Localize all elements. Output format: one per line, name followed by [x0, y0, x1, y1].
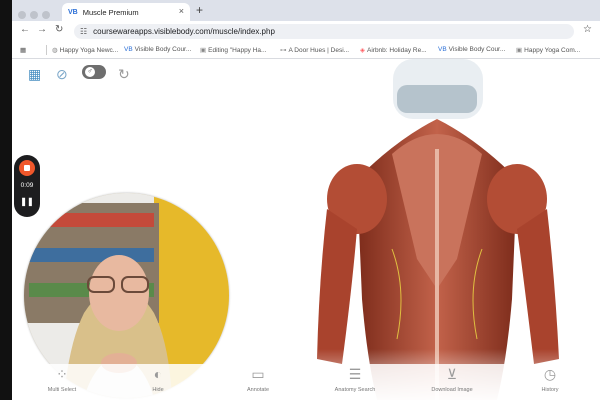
globe-icon: ◍ [52, 47, 58, 54]
back-button[interactable]: ← [20, 24, 30, 35]
bookmark-label: Visible Body Cour... [448, 46, 506, 53]
bookmark-label: Happy Yoga Com... [524, 47, 581, 54]
close-window-button[interactable] [18, 11, 26, 19]
bookmark-item[interactable]: VB Visible Body Cour... [124, 46, 191, 53]
male-icon: ♂ [85, 67, 95, 77]
history-button[interactable]: ◷ History [520, 366, 580, 393]
bookmark-item[interactable]: VB Visible Body Cour... [438, 46, 505, 53]
screen-recorder-widget: 0:09 ❚❚ [14, 155, 40, 217]
tool-label: Anatomy Search [334, 387, 376, 393]
tool-label: Hide [152, 387, 164, 393]
anatomy-search-button[interactable]: ☰ Anatomy Search [325, 366, 385, 393]
minimize-window-button[interactable] [30, 11, 38, 19]
books-row-2 [29, 248, 154, 262]
url-text: coursewareapps.visiblebody.com/muscle/in… [93, 27, 275, 36]
reload-button[interactable]: ↻ [55, 24, 63, 35]
neck-structures [397, 85, 477, 113]
bone-select-icon[interactable]: ⊘ [56, 66, 68, 83]
car-icon: ⊶ [280, 47, 287, 54]
image-icon: ▣ [200, 47, 207, 54]
bookmark-label: A Door Hues | Desi... [288, 47, 350, 54]
forward-button[interactable]: → [37, 24, 47, 35]
tool-label: History [541, 387, 559, 393]
maximize-window-button[interactable] [42, 11, 50, 19]
vb-logo-icon: VB [438, 46, 447, 53]
vb-favicon-icon: VB [68, 8, 78, 16]
tool-label: Multi Select [47, 387, 77, 393]
bookmark-label: Happy Yoga Newc... [59, 47, 119, 54]
stop-recording-button[interactable] [19, 160, 35, 176]
site-info-icon[interactable]: ☷ [80, 27, 87, 36]
bookmarks-bar: ▦ ◍ Happy Yoga Newc... VB Visible Body Cou… [12, 42, 600, 59]
tab-close-icon[interactable]: × [179, 6, 184, 16]
pause-recording-button[interactable]: ❚❚ [14, 197, 40, 206]
bookmark-label: Visible Body Cour... [134, 46, 192, 53]
layers-grid-icon[interactable]: ▦ [28, 66, 41, 83]
screen-left-edge [0, 0, 12, 400]
hide-icon: ◐ [153, 366, 163, 382]
anatomy-search-icon: ☰ [348, 366, 362, 382]
bookmark-item[interactable]: ▣ Editing "Happy Ha... [200, 46, 266, 54]
history-icon: ◷ [543, 366, 557, 382]
reset-icon[interactable]: ↻ [118, 66, 130, 83]
recording-timer: 0:09 [20, 182, 34, 189]
bookmarks-separator [46, 45, 47, 55]
bookmark-label: Editing "Happy Ha... [208, 47, 267, 54]
browser-tab-strip: VB Muscle Premium × + [12, 0, 600, 21]
bookmark-item[interactable]: ◈ Airbnb: Holiday Re... [360, 46, 427, 54]
left-arm-muscles[interactable] [317, 209, 357, 364]
bookmark-star-icon[interactable]: ☆ [583, 24, 592, 35]
image-icon: ▣ [516, 47, 523, 54]
bookmark-label: Airbnb: Holiday Re... [367, 47, 427, 54]
anatomy-model-back[interactable] [297, 59, 597, 400]
bookmark-item[interactable]: ⊶ A Door Hues | Desi... [280, 46, 349, 54]
bookmark-item[interactable]: ▣ Happy Yoga Com... [516, 46, 580, 54]
bottom-toolbar: ⁘ Multi Select ◐ Hide ▭ Annotate ☰ Anato… [12, 364, 600, 400]
address-bar[interactable]: ☷ coursewareapps.visiblebody.com/muscle/… [74, 24, 574, 39]
download-image-button[interactable]: ⊻ Download Image [422, 366, 482, 393]
tab-muscle-premium[interactable]: VB Muscle Premium × [62, 3, 190, 21]
bookmark-item[interactable]: ◍ Happy Yoga Newc... [52, 46, 118, 54]
gender-toggle[interactable]: ♂ [82, 65, 106, 79]
right-arm-muscles[interactable] [517, 209, 559, 364]
multi-select-icon: ⁘ [56, 366, 68, 382]
tab-title: Muscle Premium [82, 7, 139, 17]
vb-logo-icon: VB [124, 46, 133, 53]
browser-nav-bar: ← → ↻ ☷ coursewareapps.visiblebody.com/m… [12, 21, 600, 42]
annotate-button[interactable]: ▭ Annotate [228, 366, 288, 393]
download-image-icon: ⊻ [446, 366, 458, 382]
tool-label: Annotate [246, 387, 270, 393]
hide-button[interactable]: ◐ Hide [128, 366, 188, 393]
airbnb-icon: ◈ [360, 47, 365, 54]
new-tab-button[interactable]: + [196, 3, 203, 17]
apps-grid-icon[interactable]: ▦ [20, 46, 26, 54]
tool-label: Download Image [431, 387, 473, 393]
multi-select-button[interactable]: ⁘ Multi Select [32, 366, 92, 393]
annotate-icon: ▭ [251, 366, 265, 382]
